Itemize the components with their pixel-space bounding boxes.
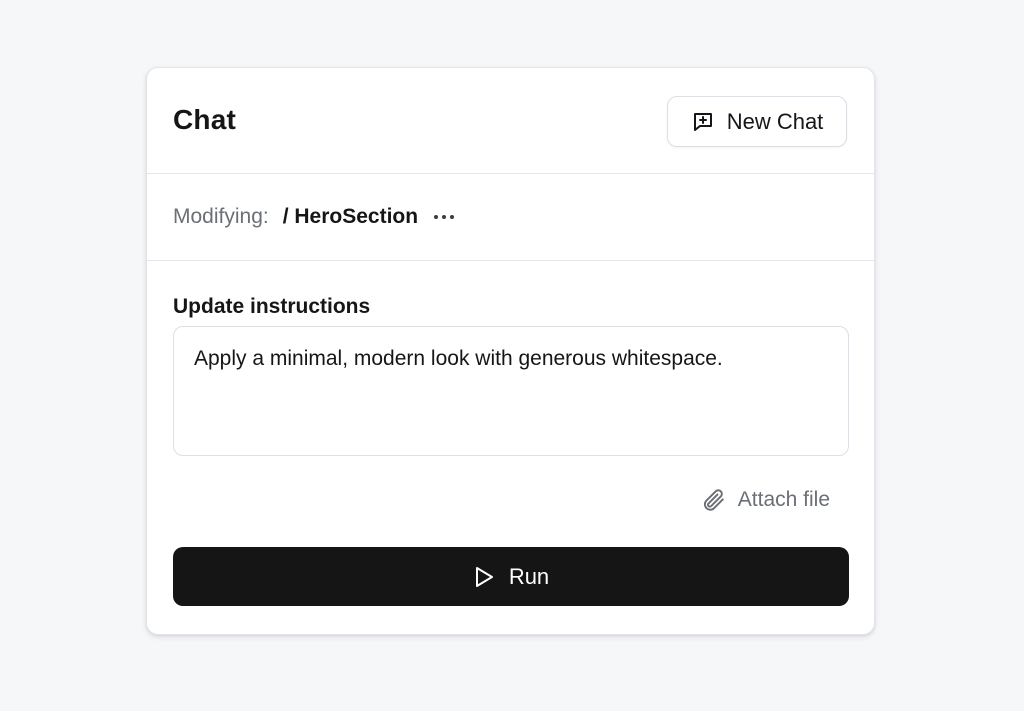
new-chat-label: New Chat <box>726 108 824 134</box>
chat-panel: Chat New Chat Modifying: / HeroSection U… <box>146 67 875 635</box>
instructions-textarea[interactable]: Apply a minimal, modern look with genero… <box>173 326 849 456</box>
chat-header: Chat New Chat <box>147 68 874 174</box>
instructions-label: Update instructions <box>173 295 371 318</box>
page-title: Chat <box>173 104 237 135</box>
attach-file-button[interactable]: Attach file <box>700 487 830 513</box>
paperclip-icon <box>700 487 726 513</box>
play-icon <box>473 565 495 589</box>
run-button[interactable]: Run <box>173 547 849 606</box>
modifying-target[interactable]: / HeroSection <box>283 205 418 229</box>
message-plus-icon <box>691 110 715 134</box>
attach-file-label: Attach file <box>737 488 830 511</box>
modifying-label: Modifying: <box>173 205 269 228</box>
run-label: Run <box>508 563 550 589</box>
new-chat-button[interactable]: New Chat <box>667 96 847 147</box>
modifying-context: Modifying: / HeroSection <box>147 174 874 261</box>
ellipsis-icon <box>433 214 455 220</box>
more-options-button[interactable] <box>432 205 456 229</box>
